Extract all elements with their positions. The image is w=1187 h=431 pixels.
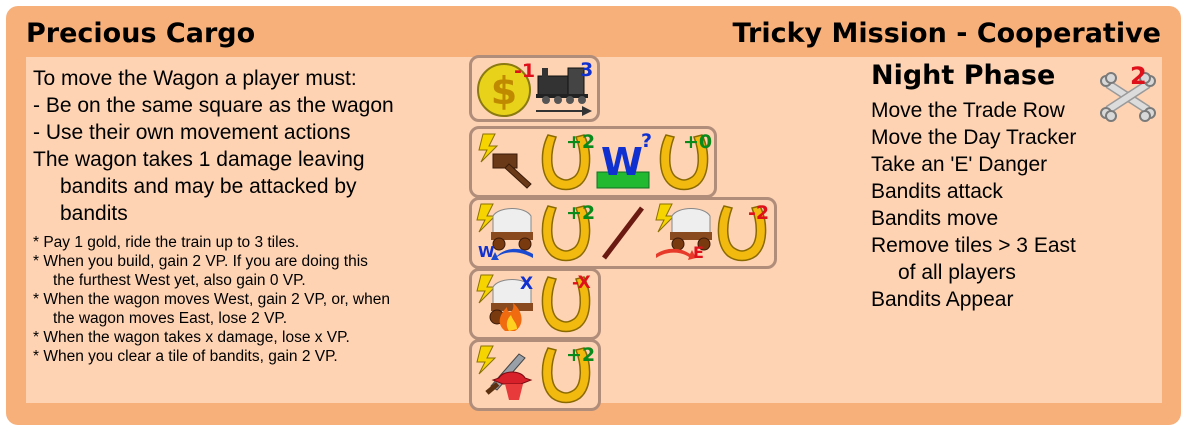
build-hammer-icon	[478, 133, 532, 189]
west-letter: W	[601, 140, 643, 184]
divider-slash-icon	[602, 206, 644, 260]
note-line: * When you build, gain 2 VP. If you are …	[33, 253, 368, 270]
rule-line: The wagon takes 1 damage leaving	[33, 148, 365, 171]
west-vp-value: +0	[683, 131, 713, 153]
rule-line: bandits and may be attacked by	[60, 175, 357, 198]
rule-line: bandits	[60, 202, 128, 225]
damage-label: X	[520, 274, 534, 294]
note-line: * When the wagon takes x damage, lose x …	[33, 329, 350, 346]
mission-title: Precious Cargo	[26, 18, 256, 49]
west-query: ?	[641, 130, 653, 152]
rule-line: - Be on the same square as the wagon	[33, 94, 394, 117]
note-line: * When the wagon moves West, gain 2 VP, …	[33, 291, 390, 308]
night-step: Bandits attack	[871, 180, 1003, 203]
rules-text: To move the Wagon a player must: - Be on…	[33, 65, 463, 366]
build-vp-value: +2	[566, 131, 596, 153]
clear-vp-value: +2	[566, 344, 596, 366]
note-line: the wagon moves East, lose 2 VP.	[53, 310, 288, 327]
wagon-east-vp-value: -2	[748, 202, 770, 224]
night-step: Bandits move	[871, 207, 999, 230]
wagon-west-label: W	[478, 243, 495, 261]
night-step: Remove tiles > 3 East	[871, 234, 1076, 257]
wagon-west-vp-value: +2	[566, 202, 596, 224]
rule-line: - Use their own movement actions	[33, 121, 351, 144]
night-step: Move the Day Tracker	[871, 126, 1077, 149]
note-line: * Pay 1 gold, ride the train up to 3 til…	[33, 234, 300, 251]
damage-vp-value: -X	[572, 273, 591, 293]
night-step: Take an 'E' Danger	[871, 153, 1048, 176]
bandit-sword-icon	[476, 345, 533, 400]
night-step: of all players	[898, 261, 1016, 284]
night-step: Bandits Appear	[871, 288, 1014, 311]
danger-count: 2	[1130, 62, 1147, 90]
wagon-east-icon	[655, 203, 712, 260]
train-range-value: 3	[580, 59, 594, 81]
wagon-east-label: E	[693, 243, 704, 262]
note-line: the furthest West yet, also gain 0 VP.	[53, 272, 306, 289]
note-line: * When you clear a tile of bandits, gain…	[33, 348, 338, 365]
mission-type: Tricky Mission - Cooperative	[732, 18, 1161, 49]
rule-line: To move the Wagon a player must:	[33, 67, 357, 90]
